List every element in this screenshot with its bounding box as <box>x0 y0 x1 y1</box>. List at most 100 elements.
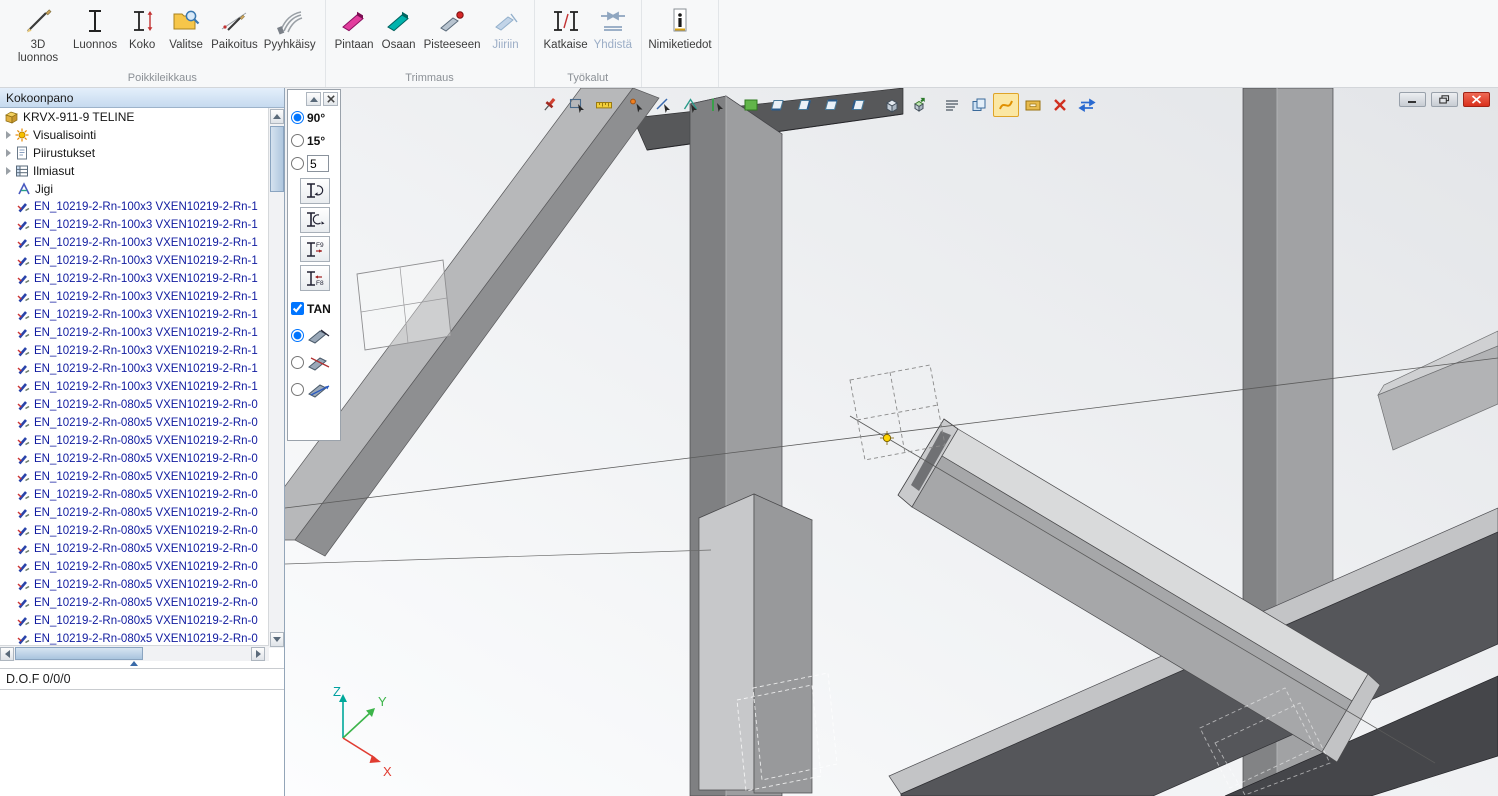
3d-sketch-button[interactable]: 3D luonnos <box>6 3 70 66</box>
item-info-button[interactable]: Nimiketiedot <box>648 3 712 53</box>
tree-node-ilmiasut[interactable]: Ilmiasut <box>0 162 269 180</box>
view-cube-select-button[interactable] <box>906 93 932 117</box>
tree-part-item[interactable]: EN_10219-2-Rn-080x5 VXEN10219-2-Rn-0 <box>0 576 269 594</box>
tree-part-item[interactable]: EN_10219-2-Rn-100x3 VXEN10219-2-Rn-1 <box>0 198 269 216</box>
tree-part-item[interactable]: EN_10219-2-Rn-080x5 VXEN10219-2-Rn-0 <box>0 558 269 576</box>
tree-node-jigi[interactable]: Jigi <box>0 180 269 198</box>
tree-root-item[interactable]: KRVX-911-9 TELINE <box>0 108 269 126</box>
tree-node-visualisointi[interactable]: Visualisointi <box>0 126 269 144</box>
zoom-area-button[interactable] <box>564 93 590 117</box>
tree-part-item[interactable]: EN_10219-2-Rn-100x3 VXEN10219-2-Rn-1 <box>0 342 269 360</box>
3d-scene[interactable]: Z Y X <box>285 88 1498 796</box>
tree-part-item[interactable]: EN_10219-2-Rn-100x3 VXEN10219-2-Rn-1 <box>0 216 269 234</box>
tree-part-item[interactable]: EN_10219-2-Rn-080x5 VXEN10219-2-Rn-0 <box>0 522 269 540</box>
restore-button[interactable] <box>1431 92 1458 107</box>
tree-part-item[interactable]: EN_10219-2-Rn-080x5 VXEN10219-2-Rn-0 <box>0 504 269 522</box>
item-info-icon <box>665 4 695 38</box>
notes-button[interactable] <box>939 93 965 117</box>
tree-part-label: EN_10219-2-Rn-080x5 VXEN10219-2-Rn-0 <box>34 435 258 447</box>
close-button[interactable] <box>1463 92 1490 107</box>
transfer-button[interactable] <box>1074 93 1100 117</box>
tree-part-item[interactable]: EN_10219-2-Rn-080x5 VXEN10219-2-Rn-0 <box>0 450 269 468</box>
expand-icon[interactable] <box>6 167 11 175</box>
break-button[interactable]: Katkaise <box>541 3 591 53</box>
curve-tool-button[interactable] <box>993 93 1019 117</box>
tree-part-item[interactable]: EN_10219-2-Rn-100x3 VXEN10219-2-Rn-1 <box>0 378 269 396</box>
tree-part-item[interactable]: EN_10219-2-Rn-100x3 VXEN10219-2-Rn-1 <box>0 360 269 378</box>
tree-vertical-scrollbar[interactable] <box>268 108 284 648</box>
trim-to-point-button[interactable]: Pisteeseen <box>421 3 484 53</box>
angle-step-input[interactable] <box>307 155 329 172</box>
panel-close-button[interactable] <box>323 92 338 106</box>
panel-collapse-button[interactable] <box>306 92 321 106</box>
channel-member[interactable] <box>699 494 812 793</box>
position-button[interactable]: Paikoitus <box>208 3 261 53</box>
profile-flip-button[interactable] <box>300 178 330 204</box>
trim-to-part-button[interactable]: Osaan <box>377 3 421 53</box>
pin-button[interactable] <box>537 93 563 117</box>
tree-part-item[interactable]: EN_10219-2-Rn-080x5 VXEN10219-2-Rn-0 <box>0 468 269 486</box>
tree-part-item[interactable]: EN_10219-2-Rn-080x5 VXEN10219-2-Rn-0 <box>0 594 269 612</box>
group-label: Trimmaus <box>326 72 534 84</box>
snap-line-button[interactable] <box>651 93 677 117</box>
snap-angle-button[interactable] <box>678 93 704 117</box>
profile-rotate-button[interactable] <box>300 207 330 233</box>
tree-part-item[interactable]: EN_10219-2-Rn-080x5 VXEN10219-2-Rn-0 <box>0 630 269 645</box>
tree-part-item[interactable]: EN_10219-2-Rn-080x5 VXEN10219-2-Rn-0 <box>0 432 269 450</box>
workplane-side-button[interactable] <box>792 93 818 117</box>
workplane-green-button[interactable] <box>738 93 764 117</box>
tree-part-item[interactable]: EN_10219-2-Rn-100x3 VXEN10219-2-Rn-1 <box>0 324 269 342</box>
tree-part-item[interactable]: EN_10219-2-Rn-080x5 VXEN10219-2-Rn-0 <box>0 612 269 630</box>
delete-button[interactable] <box>1047 93 1073 117</box>
snap-point-button[interactable] <box>624 93 650 117</box>
tree-part-item[interactable]: EN_10219-2-Rn-080x5 VXEN10219-2-Rn-0 <box>0 414 269 432</box>
vertical-scroll-thumb[interactable] <box>270 126 284 192</box>
tree-part-item[interactable]: EN_10219-2-Rn-080x5 VXEN10219-2-Rn-0 <box>0 540 269 558</box>
trim-miter-button[interactable]: Jiiriin <box>484 3 528 53</box>
tree-part-item[interactable]: EN_10219-2-Rn-100x3 VXEN10219-2-Rn-1 <box>0 234 269 252</box>
tree-horizontal-scrollbar[interactable] <box>0 645 269 661</box>
copy-button[interactable] <box>966 93 992 117</box>
join-button[interactable]: Yhdistä <box>591 3 635 53</box>
angle-custom-radio[interactable] <box>291 157 304 170</box>
sketch-button[interactable]: Luonnos <box>70 3 120 53</box>
angle-15-radio[interactable] <box>291 134 304 147</box>
sweep-mode-2-radio[interactable] <box>291 356 304 369</box>
workplane-front-button[interactable] <box>765 93 791 117</box>
workplane-back-button[interactable] <box>846 93 872 117</box>
tree-node-piirustukset[interactable]: Piirustukset <box>0 144 269 162</box>
archive-button[interactable] <box>1020 93 1046 117</box>
trim-to-surface-button[interactable]: Pintaan <box>332 3 377 53</box>
minimize-button[interactable] <box>1399 92 1426 107</box>
tangent-checkbox[interactable] <box>291 302 304 315</box>
scroll-left-button[interactable] <box>0 647 14 661</box>
sweep-button[interactable]: Pyyhkäisy <box>261 3 319 53</box>
measure-button[interactable] <box>591 93 617 117</box>
sweep-mode-1-radio[interactable] <box>291 329 304 342</box>
profile-mirror-f8-button[interactable]: F8 <box>300 265 330 291</box>
profile-part-icon <box>17 255 30 268</box>
tree-part-item[interactable]: EN_10219-2-Rn-100x3 VXEN10219-2-Rn-1 <box>0 270 269 288</box>
angle-90-radio[interactable] <box>291 111 304 124</box>
size-button[interactable]: Koko <box>120 3 164 53</box>
assembly-tree[interactable]: KRVX-911-9 TELINE Visualisointi Piirustu… <box>0 108 269 645</box>
scroll-down-button[interactable] <box>270 632 284 647</box>
tree-part-item[interactable]: EN_10219-2-Rn-100x3 VXEN10219-2-Rn-1 <box>0 306 269 324</box>
scroll-up-button[interactable] <box>270 109 284 124</box>
snap-edge-button[interactable] <box>705 93 731 117</box>
panel-splitter-handle[interactable] <box>130 661 138 666</box>
tree-part-item[interactable]: EN_10219-2-Rn-080x5 VXEN10219-2-Rn-0 <box>0 486 269 504</box>
horizontal-scroll-thumb[interactable] <box>15 647 143 660</box>
workplane-top-button[interactable] <box>819 93 845 117</box>
scroll-right-button[interactable] <box>251 647 265 661</box>
sweep-mode-3-radio[interactable] <box>291 383 304 396</box>
profile-mirror-f9-button[interactable]: F9 <box>300 236 330 262</box>
expand-icon[interactable] <box>6 131 11 139</box>
tree-part-item[interactable]: EN_10219-2-Rn-080x5 VXEN10219-2-Rn-0 <box>0 396 269 414</box>
tree-part-item[interactable]: EN_10219-2-Rn-100x3 VXEN10219-2-Rn-1 <box>0 252 269 270</box>
expand-icon[interactable] <box>6 149 11 157</box>
view-cube-button[interactable] <box>879 93 905 117</box>
tree-part-item[interactable]: EN_10219-2-Rn-100x3 VXEN10219-2-Rn-1 <box>0 288 269 306</box>
select-button[interactable]: Valitse <box>164 3 208 53</box>
model-viewport[interactable]: Z Y X <box>285 88 1498 796</box>
